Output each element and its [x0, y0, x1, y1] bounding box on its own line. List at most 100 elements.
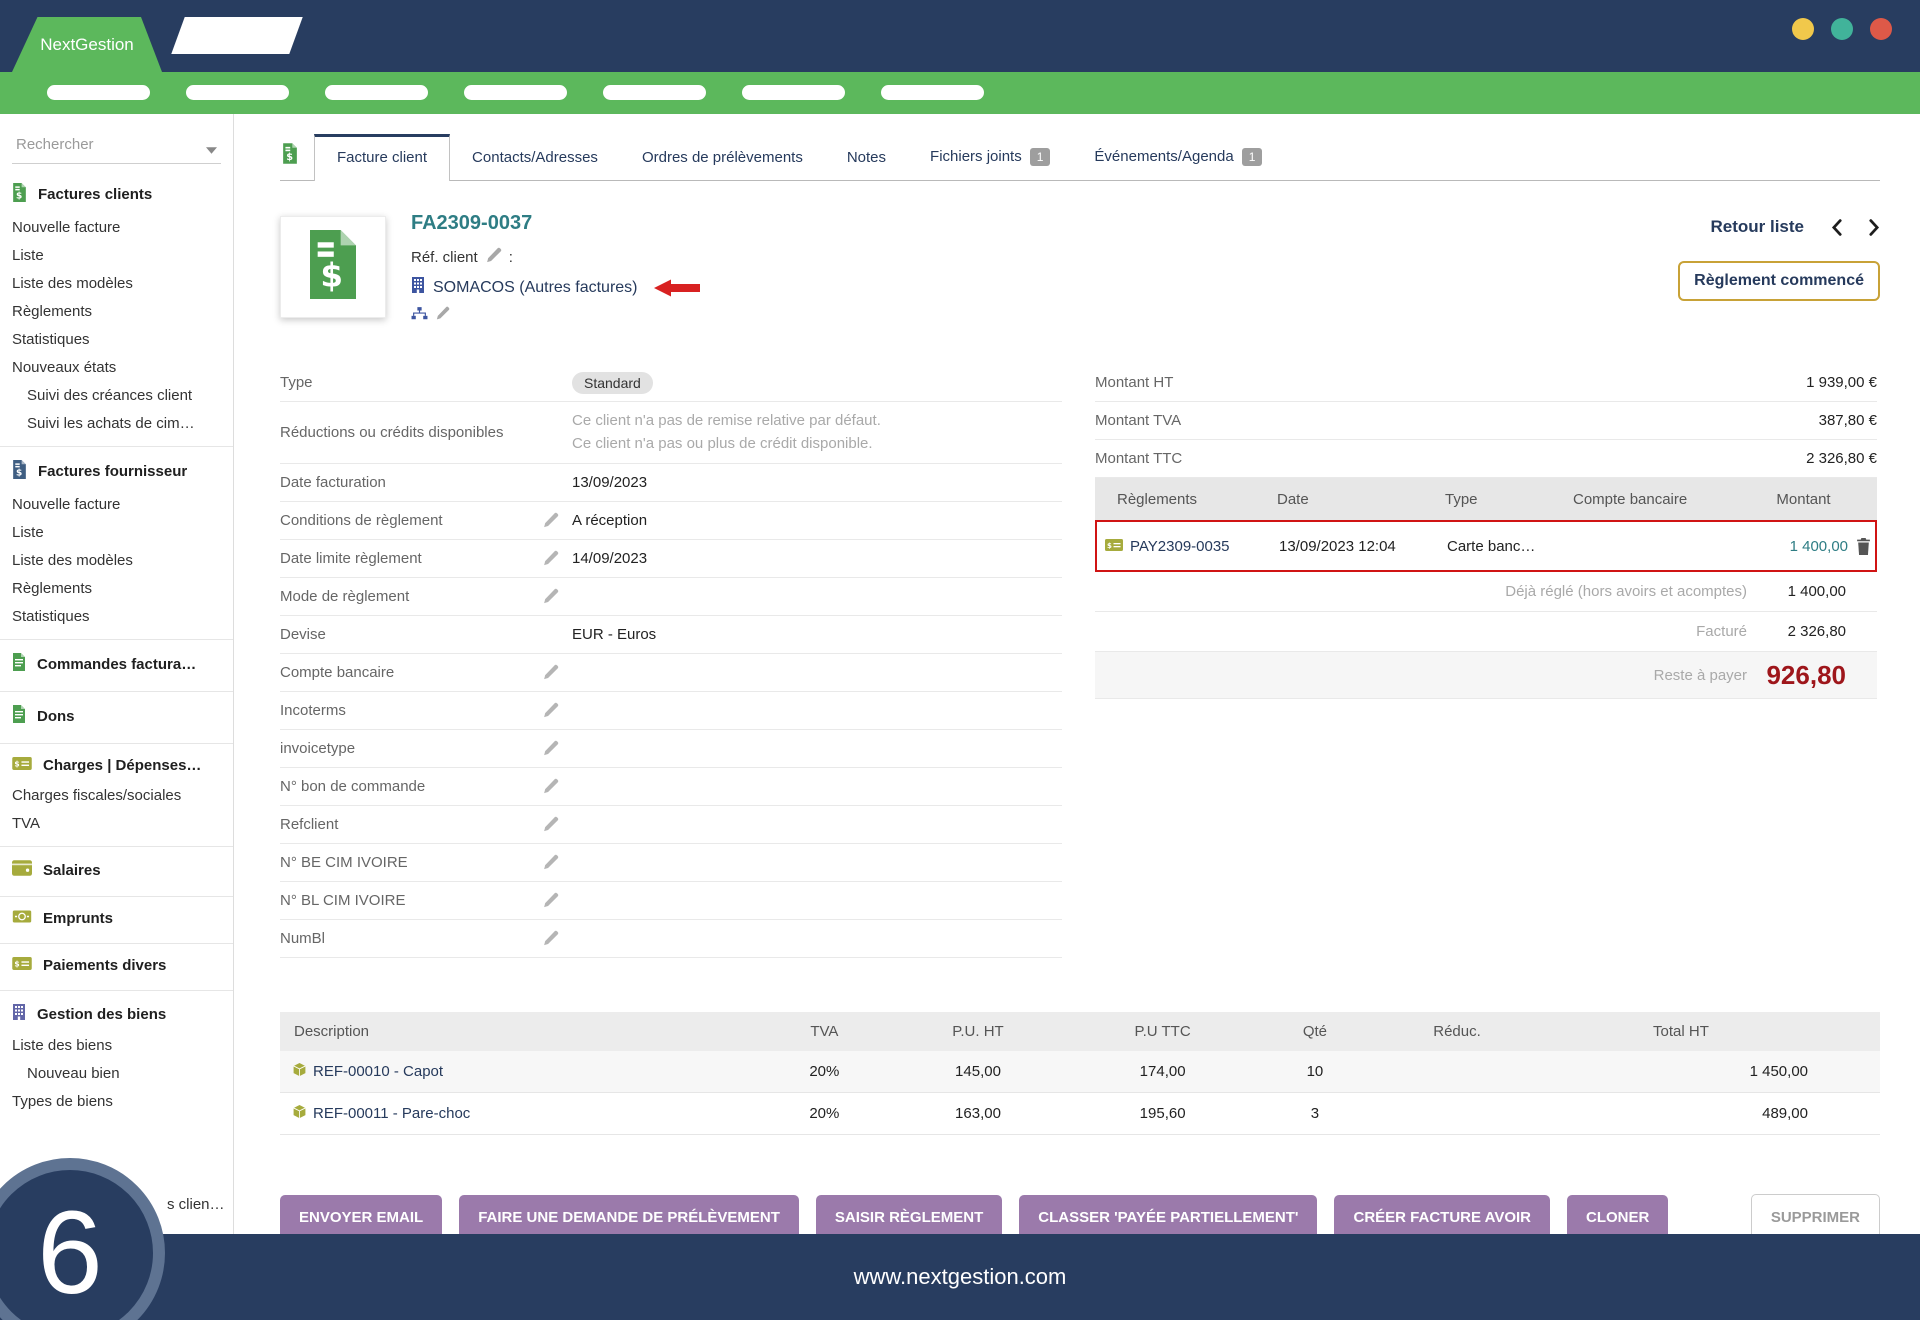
sidebar-item[interactable]: Liste des biens [12, 1031, 221, 1059]
client-link[interactable]: SOMACOS (Autres factures) [433, 279, 638, 297]
nav-pill-item[interactable] [325, 85, 428, 100]
product-link[interactable]: REF-00011 - Pare-choc [292, 1104, 748, 1123]
edit-pencil-icon[interactable] [542, 816, 572, 833]
line-reduc [1372, 1092, 1542, 1134]
sidebar-item[interactable]: Suivi des créances client [12, 381, 221, 409]
payments-header-cell: Type [1433, 491, 1561, 508]
sidebar-item[interactable]: Liste des modèles [12, 546, 221, 574]
sidebar-section-header[interactable]: $Paiements divers [12, 951, 221, 981]
tab-facture-client[interactable]: Facture client [314, 134, 450, 181]
sidebar-item[interactable]: Règlements [12, 297, 221, 325]
nav-pill-item[interactable] [186, 85, 289, 100]
chevron-down-icon[interactable] [206, 141, 217, 159]
sidebar-section-icon [12, 1004, 26, 1024]
nav-pill-item[interactable] [464, 85, 567, 100]
trash-icon[interactable] [1848, 538, 1879, 555]
reste-a-payer-value: 926,80 [1761, 660, 1846, 691]
line-qte: 10 [1258, 1051, 1372, 1093]
form-row-date-limite-r-glement: Date limite règlement14/09/2023 [280, 540, 1062, 578]
cloner-button[interactable]: CLONER [1567, 1195, 1668, 1240]
client-line: SOMACOS (Autres factures) [411, 277, 700, 298]
chevron-left-icon[interactable] [1831, 219, 1842, 236]
edit-pencil-icon[interactable] [542, 740, 572, 757]
sidebar-item[interactable]: Liste [12, 241, 221, 269]
sidebar-section-header[interactable]: Salaires [12, 854, 221, 887]
sidebar-item[interactable]: Règlements [12, 574, 221, 602]
edit-pencil-icon[interactable] [435, 306, 450, 326]
line-items-header-cell: P.U. HT [889, 1012, 1068, 1051]
tab--v-nements-agenda[interactable]: Événements/Agenda1 [1072, 134, 1284, 180]
tab-fichiers-joints[interactable]: Fichiers joints1 [908, 134, 1072, 180]
line-items-header-cell: Description [280, 1012, 760, 1051]
sidebar-item[interactable]: Nouveau bien [12, 1059, 221, 1087]
sidebar-section-header[interactable]: Emprunts [12, 904, 221, 934]
sidebar-section-icon: $ [12, 757, 32, 774]
envoyer-email-button[interactable]: ENVOYER EMAIL [280, 1195, 442, 1240]
nav-pill-item[interactable] [881, 85, 984, 100]
edit-pencil-icon[interactable] [542, 512, 572, 529]
nav-pill-item[interactable] [47, 85, 150, 100]
sidebar-item[interactable]: Nouveaux états [12, 353, 221, 381]
sidebar-item[interactable]: Statistiques [12, 325, 221, 353]
payment-link[interactable]: $PAY2309-0035 [1097, 538, 1267, 555]
sidebar-section-header[interactable]: $Charges | Dépenses… [12, 751, 221, 781]
field-label: Incoterms [280, 702, 542, 719]
line-items-header: DescriptionTVAP.U. HTP.U TTCQtéRéduc.Tot… [280, 1012, 1880, 1051]
sidebar-section-header[interactable]: $Factures fournisseur [12, 454, 221, 490]
sidebar-item-partial[interactable]: s clien… [167, 1196, 225, 1213]
svg-text:$: $ [16, 469, 22, 479]
sidebar-item[interactable]: TVA [12, 809, 221, 837]
sidebar-item[interactable]: Liste des modèles [12, 269, 221, 297]
product-link[interactable]: REF-00010 - Capot [292, 1062, 748, 1081]
sidebar-item[interactable]: Liste [12, 518, 221, 546]
field-label: Devise [280, 626, 542, 643]
chevron-right-icon[interactable] [1869, 219, 1880, 236]
form-row-n-bl-cim-ivoire: N° BL CIM IVOIRE [280, 882, 1062, 920]
summary-value: 1 939,00 € [1806, 374, 1877, 391]
nav-pill-item[interactable] [603, 85, 706, 100]
sidebar-item[interactable]: Suivi les achats de cim… [12, 409, 221, 437]
sidebar-item[interactable]: Statistiques [12, 602, 221, 630]
sidebar-section-header[interactable]: Dons [12, 699, 221, 734]
edit-pencil-icon[interactable] [542, 664, 572, 681]
faire-une-demande-de-prélèvement-button[interactable]: FAIRE UNE DEMANDE DE PRÉLÈVEMENT [459, 1195, 799, 1240]
edit-pencil-icon[interactable] [542, 702, 572, 719]
edit-pencil-icon[interactable] [485, 247, 502, 268]
invoice-title-block: FA2309-0037 Réf. client : SOMACOS (Autre… [411, 211, 700, 326]
edit-pencil-icon[interactable] [542, 588, 572, 605]
sidebar-section-header[interactable]: Gestion des biens [12, 998, 221, 1031]
edit-pencil-icon[interactable] [542, 778, 572, 795]
classer-payée-partiellement-button[interactable]: CLASSER 'PAYÉE PARTIELLEMENT' [1019, 1195, 1317, 1240]
sidebar-section-icon [12, 910, 32, 927]
sitemap-icon[interactable] [411, 307, 428, 325]
edit-pencil-icon[interactable] [542, 930, 572, 947]
status-badge-reglement-commence[interactable]: Règlement commencé [1678, 261, 1880, 301]
sidebar-item[interactable]: Charges fiscales/sociales [12, 781, 221, 809]
retour-liste-link[interactable]: Retour liste [1710, 217, 1804, 237]
tab-contacts-adresses[interactable]: Contacts/Adresses [450, 135, 620, 180]
edit-pencil-icon[interactable] [542, 550, 572, 567]
edit-pencil-icon[interactable] [542, 892, 572, 909]
edit-pencil-icon[interactable] [542, 854, 572, 871]
brand-logo: NextGestion [12, 17, 162, 72]
form-row-numbl: NumBl [280, 920, 1062, 958]
tab-ordres-de-pr-l-vements[interactable]: Ordres de prélèvements [620, 135, 825, 180]
search-input[interactable] [14, 135, 203, 154]
building-icon [411, 277, 425, 298]
nav-pill-item[interactable] [742, 85, 845, 100]
créer-facture-avoir-button[interactable]: CRÉER FACTURE AVOIR [1334, 1195, 1550, 1240]
sidebar-item[interactable]: Types de biens [12, 1087, 221, 1115]
field-label: Date facturation [280, 474, 542, 491]
sidebar-section-header[interactable]: $Factures clients [12, 177, 221, 213]
sidebar-item[interactable]: Nouvelle facture [12, 490, 221, 518]
sidebar-section-header[interactable]: Commandes factura… [12, 647, 221, 682]
svg-text:$: $ [16, 192, 22, 202]
saisir-règlement-button[interactable]: SAISIR RÈGLEMENT [816, 1195, 1002, 1240]
form-row-r-ductions-ou-cr-dits-disponibles: Réductions ou crédits disponiblesCe clie… [280, 402, 1062, 464]
window-dot [1792, 18, 1814, 40]
tab-notes[interactable]: Notes [825, 135, 908, 180]
sidebar-section-label: Salaires [43, 862, 101, 879]
sidebar-item[interactable]: Nouvelle facture [12, 213, 221, 241]
line-pu-ht: 145,00 [889, 1051, 1068, 1093]
payment-amount-link[interactable]: 1 400,00 [1763, 538, 1848, 555]
